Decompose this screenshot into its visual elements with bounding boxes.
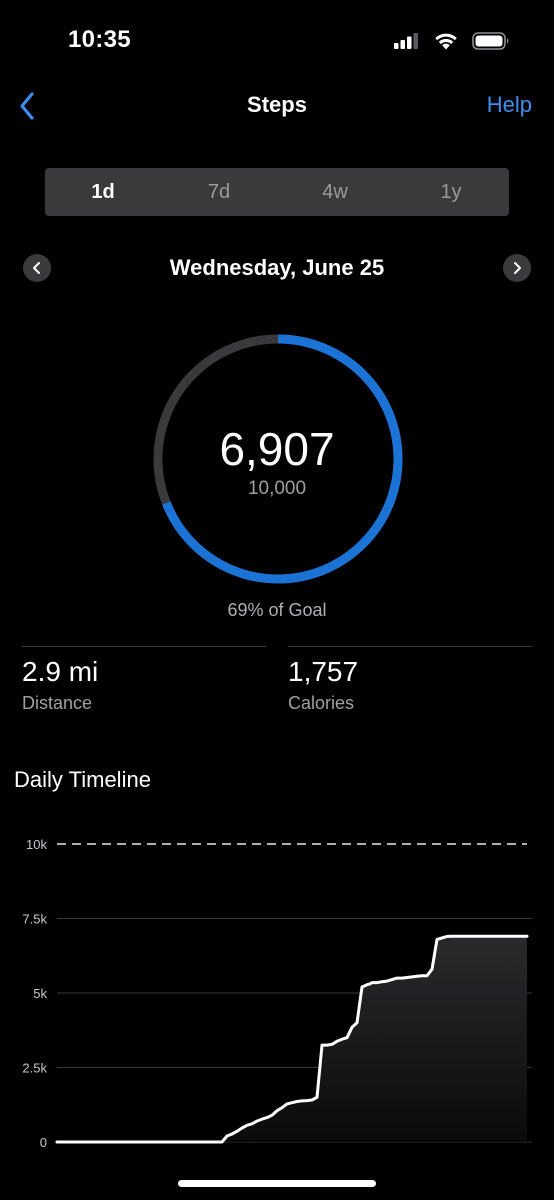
timeline-title: Daily Timeline	[14, 767, 151, 792]
signal-icon	[394, 33, 418, 49]
steps-count: 6,907	[219, 423, 335, 475]
steps-area	[57, 936, 527, 1142]
chevron-right-icon	[514, 262, 521, 274]
calories-label: Calories	[288, 693, 355, 713]
calories-value: 1,757	[288, 656, 359, 687]
y-tick-label: 0	[40, 1135, 47, 1150]
y-tick-label: 2.5k	[22, 1061, 47, 1076]
distance-value: 2.9 mi	[22, 656, 99, 687]
home-indicator	[178, 1180, 376, 1187]
battery-icon	[472, 32, 509, 50]
page-title: Steps	[247, 92, 307, 117]
wifi-icon	[435, 33, 457, 50]
steps-goal: 10,000	[247, 478, 307, 499]
tab-1y[interactable]: 1y	[393, 181, 509, 204]
stat-divider	[22, 646, 266, 647]
tab-7d[interactable]: 7d	[161, 181, 277, 204]
distance-label: Distance	[22, 693, 93, 713]
daily-timeline-chart: 10k 7.5k 5k 2.5k 0	[22, 837, 532, 1150]
goal-percent-label: 69% of Goal	[227, 600, 327, 620]
stat-divider	[288, 646, 532, 647]
y-tick-label: 7.5k	[22, 912, 47, 927]
next-day-button[interactable]	[503, 254, 531, 282]
date-label: Wednesday, June 25	[169, 255, 385, 280]
status-time: 10:35	[68, 26, 131, 53]
period-selector: 1d 7d 4w 1y	[45, 168, 509, 216]
tab-1d[interactable]: 1d	[45, 181, 161, 204]
y-tick-label: 5k	[33, 986, 47, 1001]
status-icons	[394, 30, 510, 52]
help-link[interactable]: Help	[487, 92, 532, 118]
tab-4w[interactable]: 4w	[277, 181, 393, 204]
y-tick-label: 10k	[26, 837, 47, 852]
